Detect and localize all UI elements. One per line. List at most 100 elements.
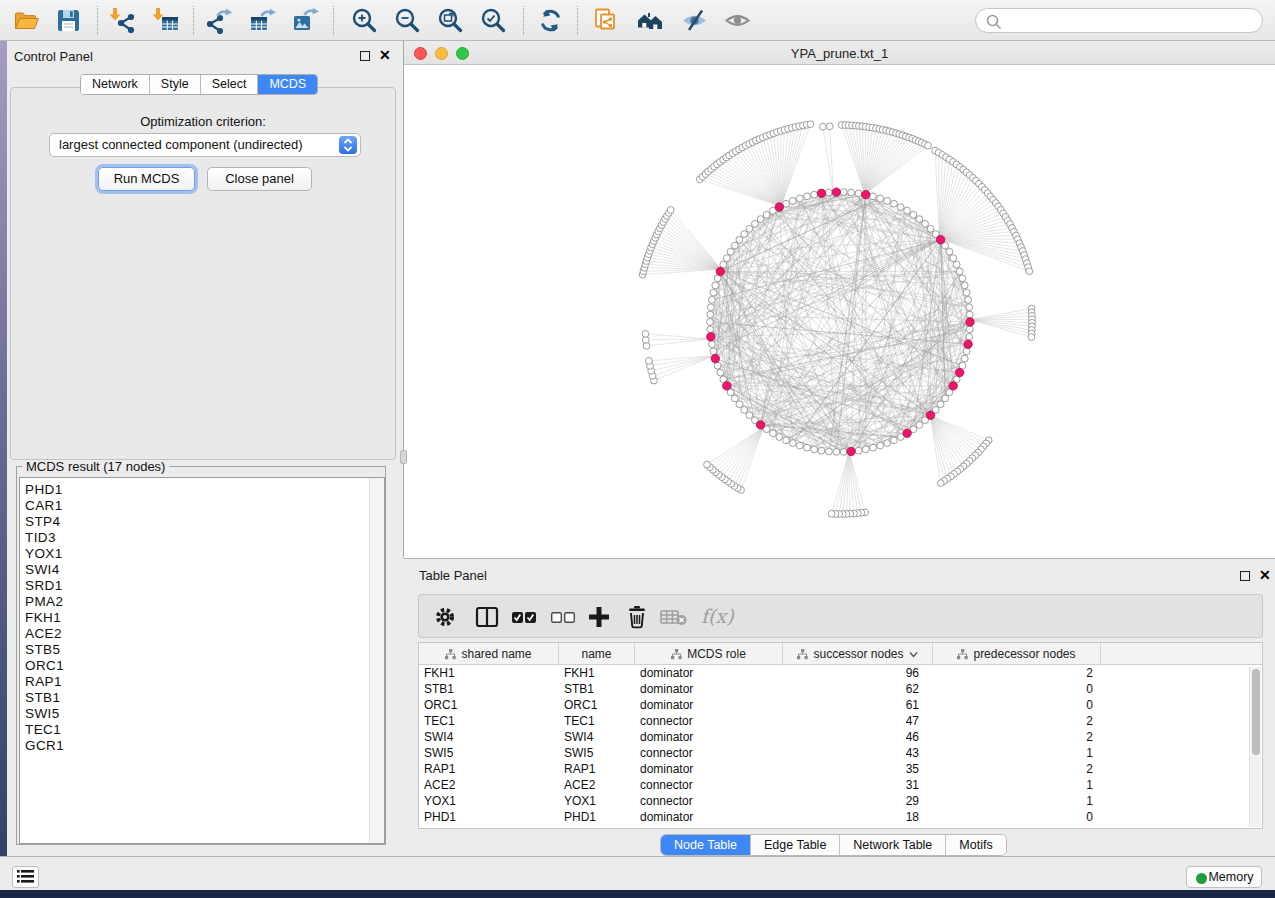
leaf-node[interactable] — [704, 461, 711, 468]
refresh-icon[interactable] — [537, 7, 564, 34]
mcds-node[interactable] — [926, 411, 934, 419]
mcds-node[interactable] — [707, 333, 715, 341]
ring-node[interactable] — [727, 248, 734, 255]
table-row[interactable]: TEC1TEC1connector472 — [419, 713, 1262, 729]
mcds-node[interactable] — [832, 188, 840, 196]
mcds-node[interactable] — [966, 318, 974, 326]
table-row[interactable]: RAP1RAP1dominator352 — [419, 761, 1262, 777]
ring-node[interactable] — [717, 369, 724, 376]
mcds-result-item[interactable]: SWI4 — [20, 562, 64, 578]
zoom-in-icon[interactable] — [351, 7, 378, 34]
close-table-panel-icon[interactable]: ✕ — [1259, 570, 1271, 581]
save-icon[interactable] — [55, 7, 82, 34]
ring-node[interactable] — [804, 444, 811, 451]
ring-node[interactable] — [965, 296, 972, 303]
ring-node[interactable] — [746, 412, 753, 419]
mcds-result-item[interactable]: TID3 — [20, 530, 64, 546]
tab-mcds[interactable]: MCDS — [258, 75, 317, 94]
ring-node[interactable] — [709, 296, 716, 303]
mcds-node[interactable] — [862, 190, 870, 198]
task-history-button[interactable] — [12, 866, 39, 888]
deselect-all-icon[interactable] — [550, 605, 576, 633]
ring-node[interactable] — [804, 193, 811, 200]
table-row[interactable]: ORC1ORC1dominator610 — [419, 697, 1262, 713]
column-header-shared-name[interactable]: shared name — [419, 643, 559, 665]
ring-node[interactable] — [710, 289, 717, 296]
close-panel-button[interactable]: Close panel — [207, 167, 312, 191]
ring-node[interactable] — [897, 204, 904, 211]
mcds-list-scrollbar[interactable] — [369, 478, 384, 843]
ring-node[interactable] — [966, 304, 973, 311]
select-all-icon[interactable] — [511, 605, 537, 633]
ring-node[interactable] — [966, 311, 973, 318]
ring-node[interactable] — [811, 446, 818, 453]
tab-network[interactable]: Network — [81, 75, 150, 94]
ring-node[interactable] — [963, 289, 970, 296]
panel-splitter[interactable] — [403, 41, 404, 558]
ring-node[interactable] — [818, 447, 825, 454]
panel-splitter-handle[interactable] — [400, 450, 407, 464]
mcds-result-item[interactable]: YOX1 — [20, 546, 64, 562]
open-file-icon[interactable] — [13, 7, 40, 34]
ring-node[interactable] — [770, 430, 777, 437]
ring-node[interactable] — [736, 401, 743, 408]
mcds-node[interactable] — [964, 340, 972, 348]
ring-node[interactable] — [712, 282, 719, 289]
mcds-result-item[interactable]: RAP1 — [20, 674, 64, 690]
ring-node[interactable] — [884, 440, 891, 447]
table-row[interactable]: STB1STB1dominator620 — [419, 681, 1262, 697]
import-network-icon[interactable] — [110, 7, 137, 34]
zoom-selected-icon[interactable] — [480, 7, 507, 34]
mcds-node[interactable] — [723, 382, 731, 390]
ring-node[interactable] — [963, 348, 970, 355]
delete-column-icon[interactable] — [625, 605, 649, 633]
ring-node[interactable] — [789, 440, 796, 447]
hide-selected-icon[interactable] — [681, 7, 708, 34]
tab-network-table[interactable]: Network Table — [840, 835, 946, 855]
ring-node[interactable] — [707, 311, 714, 318]
ring-node[interactable] — [710, 348, 717, 355]
column-header-predecessor-nodes[interactable]: predecessor nodes — [933, 643, 1101, 665]
ring-node[interactable] — [910, 211, 917, 218]
ring-node[interactable] — [741, 407, 748, 414]
mcds-node[interactable] — [711, 354, 719, 362]
ring-node[interactable] — [826, 448, 833, 455]
duplicate-network-icon[interactable] — [592, 7, 619, 34]
ring-node[interactable] — [956, 268, 963, 275]
ring-node[interactable] — [891, 200, 898, 207]
leaf-node[interactable] — [820, 123, 827, 130]
table-row[interactable]: PHD1PHD1dominator180 — [419, 809, 1262, 825]
mcds-result-item[interactable]: GCR1 — [20, 738, 64, 754]
run-mcds-button[interactable]: Run MCDS — [98, 167, 195, 191]
mcds-result-list[interactable]: PHD1CAR1STP4TID3YOX1SWI4SRD1PMA2FKH1ACE2… — [19, 477, 385, 844]
ring-node[interactable] — [789, 198, 796, 205]
table-row[interactable]: SWI5SWI5connector431 — [419, 745, 1262, 761]
ring-node[interactable] — [796, 442, 803, 449]
ring-node[interactable] — [783, 437, 790, 444]
ring-node[interactable] — [870, 444, 877, 451]
ring-node[interactable] — [961, 355, 968, 362]
ring-node[interactable] — [966, 333, 973, 340]
tab-motifs[interactable]: Motifs — [946, 835, 1005, 855]
leaf-node[interactable] — [828, 510, 835, 517]
ring-node[interactable] — [959, 275, 966, 282]
mcds-node[interactable] — [949, 382, 957, 390]
memory-button[interactable]: Memory — [1186, 866, 1262, 888]
ring-node[interactable] — [723, 255, 730, 262]
column-header-name[interactable]: name — [559, 643, 635, 665]
ring-node[interactable] — [709, 341, 716, 348]
leaf-node[interactable] — [925, 142, 932, 149]
ring-node[interactable] — [811, 191, 818, 198]
mcds-result-item[interactable]: CAR1 — [20, 498, 64, 514]
ring-node[interactable] — [707, 319, 714, 326]
tab-node-table[interactable]: Node Table — [661, 835, 751, 855]
zoom-out-icon[interactable] — [394, 7, 421, 34]
mcds-result-item[interactable]: STB1 — [20, 690, 64, 706]
mcds-result-item[interactable]: PMA2 — [20, 594, 64, 610]
ring-node[interactable] — [776, 434, 783, 441]
mcds-node[interactable] — [936, 236, 944, 244]
search-input[interactable] — [975, 8, 1263, 33]
ring-node[interactable] — [757, 216, 764, 223]
ring-node[interactable] — [862, 446, 869, 453]
ring-node[interactable] — [877, 442, 884, 449]
